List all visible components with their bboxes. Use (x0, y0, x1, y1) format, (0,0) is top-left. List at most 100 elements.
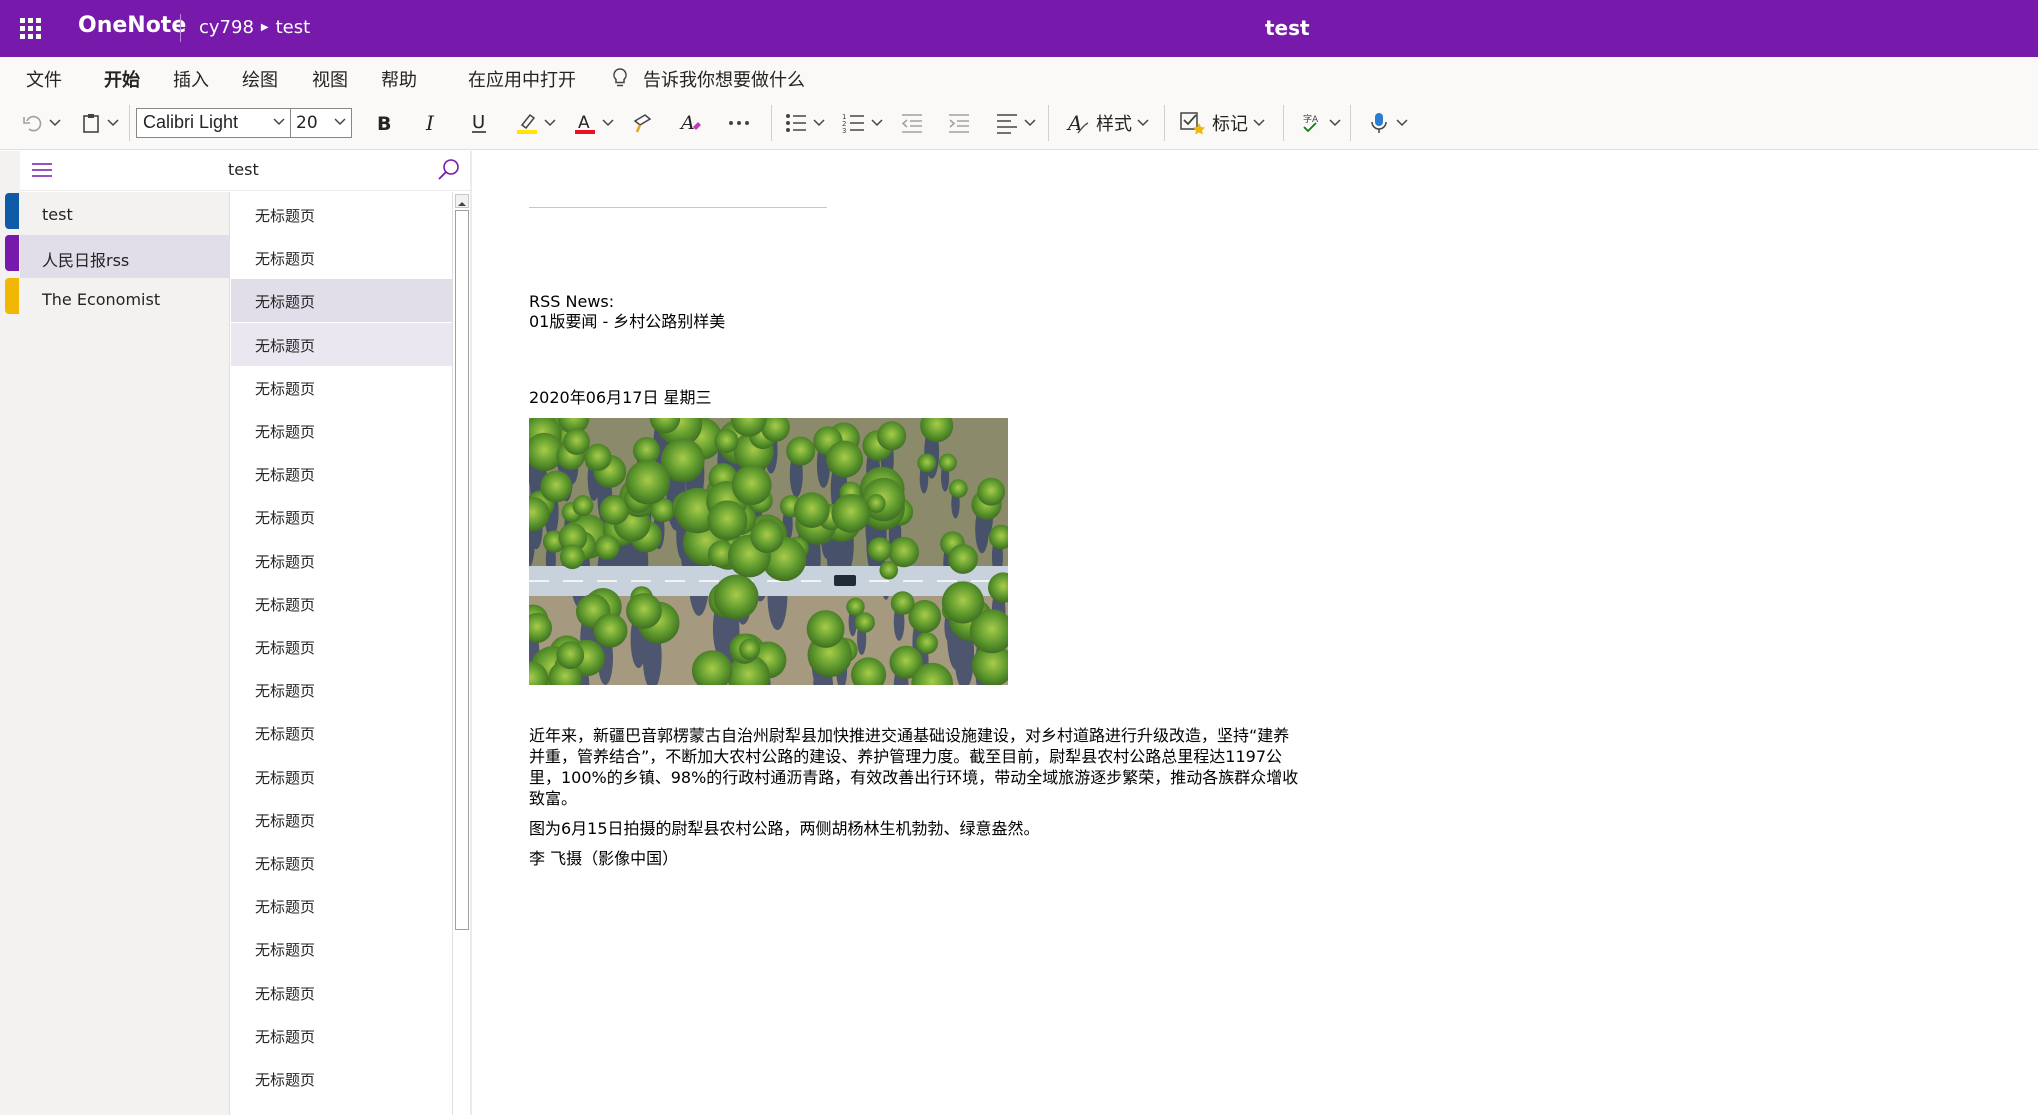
section-color-strip (0, 151, 20, 1115)
tag-button[interactable]: 标记 (1180, 109, 1265, 137)
styles-button[interactable]: A 样式 (1066, 109, 1149, 137)
ribbon-divider (129, 105, 130, 141)
page-item[interactable]: 无标题页 (231, 366, 452, 409)
tab-home[interactable]: 开始 (104, 66, 140, 100)
tags-label: 标记 (1212, 114, 1248, 135)
highlight-icon (517, 113, 537, 134)
breadcrumb-section[interactable]: test (276, 17, 311, 38)
rss-block[interactable]: RSS News: 01版要闻 - 乡村公路别样美 (529, 292, 725, 332)
article-photo[interactable] (529, 418, 1008, 685)
svg-text:U: U (472, 112, 485, 133)
page-list-scrollbar[interactable] (452, 192, 470, 1115)
section-item-test[interactable]: test (20, 193, 230, 236)
decrease-indent-button[interactable] (900, 109, 924, 137)
chevron-down-icon (1329, 119, 1341, 127)
article-date[interactable]: 2020年06月17日 星期三 (529, 384, 712, 408)
tab-draw[interactable]: 绘图 (242, 66, 278, 92)
notebook-name[interactable]: test (228, 160, 259, 179)
page-item[interactable]: 无标题页 (231, 452, 452, 495)
chevron-down-icon (1253, 119, 1265, 127)
scroll-up-arrow-icon[interactable] (455, 194, 469, 208)
app-name[interactable]: OneNote (78, 13, 186, 38)
tab-view[interactable]: 视图 (312, 66, 348, 92)
page-item[interactable]: 无标题页 (231, 927, 452, 970)
page-item[interactable]: 无标题页 (231, 539, 452, 582)
paste-button[interactable] (80, 109, 119, 137)
bold-button[interactable]: B (374, 109, 394, 137)
svg-text:3: 3 (842, 127, 846, 135)
breadcrumb: cy798 ▶ test (199, 17, 310, 38)
onenote-window: OneNote cy798 ▶ test test 文件 开始 插入 绘图 视图 帮… (0, 0, 2038, 1115)
page-item[interactable]: 无标题页 (231, 841, 452, 884)
numbering-button[interactable]: 123 (842, 109, 883, 137)
page-item[interactable]: 无标题页 (231, 409, 452, 452)
highlight-button[interactable] (515, 109, 556, 137)
chevron-down-icon (871, 119, 883, 127)
page-item[interactable]: 无标题页 (231, 668, 452, 711)
page-item[interactable]: 无标题页 (231, 193, 452, 236)
page-item[interactable]: 无标题页 (231, 625, 452, 668)
page-item[interactable]: 无标题页 (231, 236, 452, 279)
page-item[interactable]: 无标题页 (231, 582, 452, 625)
search-icon[interactable] (437, 158, 461, 182)
font-name-value: Calibri Light (143, 112, 239, 132)
section-color-tab[interactable] (5, 193, 19, 229)
section-item-economist[interactable]: The Economist (20, 278, 230, 321)
font-name-select[interactable]: Calibri Light (136, 108, 291, 138)
chevron-down-icon (813, 119, 825, 127)
page-item[interactable]: 无标题页 (231, 884, 452, 927)
clear-formatting-button[interactable]: A (679, 109, 703, 137)
alignment-button[interactable] (995, 109, 1036, 137)
microphone-icon (1371, 113, 1387, 133)
section-color-tab[interactable] (5, 278, 19, 314)
font-color-button[interactable]: A (573, 109, 614, 137)
font-size-value: 20 (296, 113, 318, 133)
page-item[interactable]: 无标题页 (231, 1100, 452, 1115)
section-color-tab[interactable] (5, 235, 19, 271)
photo-caption: 图为6月15日拍摄的尉犁县农村公路，两侧胡杨林生机勃勃、绿意盎然。 (529, 819, 1040, 838)
svg-text:字A: 字A (1303, 113, 1319, 125)
increase-indent-button[interactable] (947, 109, 971, 137)
page-item[interactable]: 无标题页 (231, 971, 452, 1014)
page-item[interactable]: 无标题页 (231, 495, 452, 538)
clipboard-icon (83, 114, 99, 133)
dictate-button[interactable] (1367, 109, 1408, 137)
section-item-renminribao[interactable]: 人民日报rss (20, 235, 230, 278)
highlight-color-swatch (517, 130, 537, 134)
page-item[interactable]: 无标题页 (231, 755, 452, 798)
page-item[interactable]: 无标题页 (231, 1057, 452, 1100)
hamburger-menu-icon[interactable] (32, 161, 52, 179)
page-item[interactable]: 无标题页 (231, 798, 452, 841)
numbering-icon: 123 (842, 113, 864, 135)
page-item[interactable]: 无标题页 (231, 322, 452, 366)
more-options-button[interactable] (727, 109, 751, 137)
outdent-icon (901, 114, 922, 133)
page-item[interactable]: 无标题页 (231, 1014, 452, 1057)
clear-format-icon: A (679, 112, 701, 134)
breadcrumb-notebook[interactable]: cy798 (199, 17, 254, 38)
note-canvas[interactable]: RSS News: 01版要闻 - 乡村公路别样美 2020年06月17日 星期… (472, 151, 2038, 1115)
format-painter-button[interactable] (631, 109, 655, 137)
tell-me-search[interactable]: 告诉我你想要做什么 (643, 66, 805, 92)
section-list: test 人民日报rss The Economist (20, 192, 230, 1115)
ribbon-divider (1048, 105, 1049, 141)
underline-button[interactable]: U (469, 109, 489, 137)
undo-button[interactable] (22, 109, 61, 137)
article-body[interactable]: 近年来，新疆巴音郭楞蒙古自治州尉犁县加快推进交通基础设施建设，对乡村道路进行升级… (529, 725, 1299, 878)
page-item[interactable]: 无标题页 (231, 711, 452, 754)
menu-bar: 文件 开始 插入 绘图 视图 帮助 在应用中打开 告诉我你想要做什么 (0, 57, 2038, 100)
bold-icon: B (377, 113, 391, 134)
app-launcher-icon[interactable] (20, 18, 42, 40)
font-color-icon: A (575, 113, 595, 134)
spelling-button[interactable]: 字A (1300, 109, 1341, 137)
italic-button[interactable]: I (422, 109, 442, 137)
tab-help[interactable]: 帮助 (381, 66, 417, 92)
font-size-select[interactable]: 20 (290, 108, 352, 138)
scroll-thumb[interactable] (455, 210, 469, 930)
page-title-underline (529, 207, 827, 208)
open-in-app-button[interactable]: 在应用中打开 (468, 66, 576, 92)
bullets-button[interactable] (784, 109, 825, 137)
page-item[interactable]: 无标题页 (231, 279, 452, 323)
tab-file[interactable]: 文件 (26, 66, 62, 92)
tab-insert[interactable]: 插入 (173, 66, 209, 92)
